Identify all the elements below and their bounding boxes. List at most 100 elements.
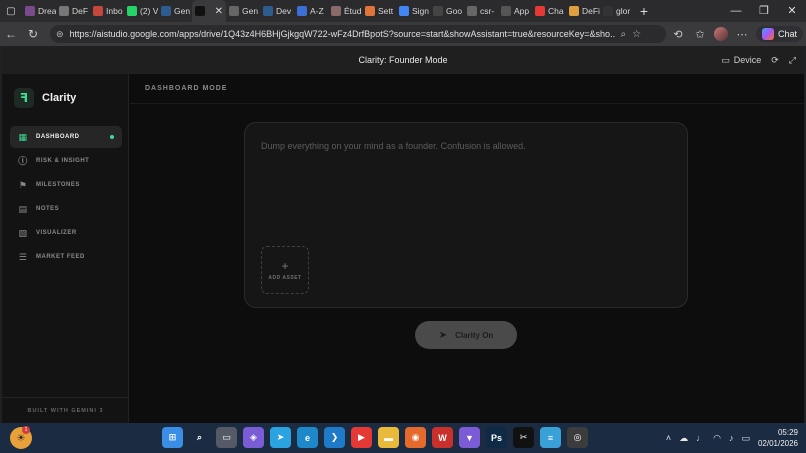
favorites-icon[interactable]: ✩ [692, 28, 708, 41]
gemini-icon [297, 6, 307, 16]
favorite-star-icon[interactable]: ☆ [632, 29, 641, 40]
browser-tab[interactable]: Gen [226, 0, 260, 22]
sidebar-item-market-feed[interactable]: ☰ MARKET FEED [10, 246, 122, 268]
extensions-icon[interactable]: ⟲ [670, 28, 686, 41]
microphone-icon[interactable]: ♩ [696, 433, 705, 443]
tab-label: Sett [378, 6, 394, 16]
device-button[interactable]: ▭ Device [721, 55, 761, 66]
more-menu-icon[interactable]: ⋯ [734, 28, 750, 41]
youtube-icon [535, 6, 545, 16]
telegram-icon[interactable]: ➤ [270, 427, 291, 448]
app-header: Clarity: Founder Mode ▭ Device ⟳ ⤢ [2, 46, 804, 74]
clarity-on-button[interactable]: ➤ Clarity On [415, 321, 517, 349]
flag-icon: ⚑ [18, 180, 28, 190]
file-icon: ▤ [18, 204, 28, 214]
zoom-icon[interactable]: ⌕ [621, 29, 627, 40]
taskbar-apps: ⊞ ⌕ ▭ ◈ ➤ e ❯ ▶ ▬ ◉ W ▼ Ps ✂ ≡ ◎ [162, 427, 588, 449]
onedrive-icon[interactable]: ☁ [679, 433, 688, 444]
clarity-logo-icon: ꟻ [14, 88, 34, 108]
browser-tab[interactable]: Cha [532, 0, 566, 22]
clock-date: 02/01/2026 [757, 439, 798, 448]
site-info-icon[interactable]: ⊜ [56, 29, 64, 40]
browser-tab[interactable]: Gen [158, 0, 192, 22]
youtube-icon[interactable]: ▶ [351, 427, 372, 448]
sidebar-item-visualizer[interactable]: ▧ VISUALIZER [10, 222, 122, 244]
alert-icon: ⓘ [18, 156, 28, 166]
volume-icon[interactable]: ♪ [729, 433, 734, 443]
browser-tab[interactable]: App [498, 0, 532, 22]
sidebar-item-milestones[interactable]: ⚑ MILESTONES [10, 174, 122, 196]
minimize-icon[interactable]: — [722, 0, 750, 22]
photoshop-icon[interactable]: Ps [486, 427, 507, 448]
browser-menu-icon[interactable]: ▢ [0, 0, 22, 22]
edge-icon[interactable]: e [297, 427, 318, 448]
back-icon[interactable]: ← [0, 27, 22, 41]
sidebar-item-risk-insight[interactable]: ⓘ RISK & INSIGHT [10, 150, 122, 172]
tab-label: DeF [72, 6, 89, 16]
browser-tab[interactable]: ✕ [192, 0, 226, 22]
windows-start-icon[interactable]: ⊞ [162, 427, 183, 448]
tab-label: (2) V [140, 6, 158, 16]
profile-avatar[interactable] [714, 27, 728, 41]
copilot-icon[interactable]: ◈ [243, 427, 264, 448]
add-asset-button[interactable]: + ADD ASSET [261, 246, 309, 294]
refresh-icon[interactable]: ⟳ [771, 55, 779, 66]
vscode-icon[interactable]: ❯ [324, 427, 345, 448]
browser-tab[interactable]: Sett [362, 0, 396, 22]
tray-overflow-icon[interactable]: ˄ [666, 433, 671, 443]
toolbar-right: ⟲ ✩ ⋯ Chat [670, 22, 804, 46]
battery-icon[interactable]: ▭ [741, 433, 750, 444]
sidebar: ꟻ Clarity ▦ DASHBOARD ⓘ RISK & INSIGHT ⚑ MILE… [2, 74, 129, 423]
search-icon[interactable]: ⌕ [189, 427, 210, 448]
close-tab-icon[interactable]: ✕ [215, 6, 223, 17]
new-tab-button[interactable]: + [634, 3, 654, 19]
ai-studio-icon [195, 6, 205, 16]
box-icon [433, 6, 443, 16]
notification-badge: 1 [22, 426, 30, 434]
wps-icon[interactable]: W [432, 427, 453, 448]
sidebar-item-notes[interactable]: ▤ NOTES [10, 198, 122, 220]
browser-tab[interactable]: Goo [430, 0, 464, 22]
task-view-icon[interactable]: ▭ [216, 427, 237, 448]
list-icon: ☰ [18, 252, 28, 262]
github-icon [603, 6, 613, 16]
notepad-icon[interactable]: ≡ [540, 427, 561, 448]
input-placeholder[interactable]: Dump everything on your mind as a founde… [261, 141, 526, 151]
brain-dump-input[interactable]: Dump everything on your mind as a founde… [244, 122, 688, 308]
fullscreen-icon[interactable]: ⤢ [789, 55, 796, 66]
browser-tab[interactable]: Étud [328, 0, 362, 22]
browser-tab[interactable]: DeFi [566, 0, 600, 22]
tab-label: csr- [480, 6, 495, 16]
clock[interactable]: 05:29 02/01/2026 [758, 427, 798, 449]
sidebar-item-dashboard[interactable]: ▦ DASHBOARD [10, 126, 122, 148]
triangle-icon [569, 6, 579, 16]
chat-label: Chat [778, 29, 798, 39]
add-asset-label: ADD ASSET [268, 274, 302, 281]
browser-tab[interactable]: Drea [22, 0, 56, 22]
browser-tab[interactable]: (2) V [124, 0, 158, 22]
address-bar[interactable]: ⊜ https://aistudio.google.com/apps/drive… [50, 25, 666, 43]
firefox-icon[interactable]: ◉ [405, 427, 426, 448]
brand-name: Clarity [42, 92, 77, 104]
wifi-icon[interactable]: ◠ [713, 433, 721, 444]
tab-label: Drea [38, 6, 56, 16]
close-window-icon[interactable]: ✕ [778, 0, 806, 22]
browser-tab[interactable]: glor [600, 0, 634, 22]
browser-tab[interactable]: Inbo [90, 0, 124, 22]
sidebar-footer: BUILT WITH GEMINI 3 [2, 397, 129, 423]
url-text[interactable]: https://aistudio.google.com/apps/drive/1… [70, 29, 615, 39]
browser-tab[interactable]: DeF [56, 0, 90, 22]
chrome-icon[interactable]: ◎ [567, 427, 588, 448]
copilot-chat-button[interactable]: Chat [756, 26, 804, 42]
browser-tab[interactable]: Dev [260, 0, 294, 22]
vpn-icon[interactable]: ▼ [459, 427, 480, 448]
capcut-icon[interactable]: ✂ [513, 427, 534, 448]
reload-icon[interactable]: ↻ [22, 27, 44, 41]
restore-icon[interactable]: ❐ [750, 0, 778, 22]
browser-tab[interactable]: A-Z [294, 0, 328, 22]
send-icon: ➤ [438, 329, 448, 341]
browser-tab[interactable]: csr- [464, 0, 498, 22]
plus-icon: + [281, 258, 289, 273]
browser-tab[interactable]: Sign [396, 0, 430, 22]
file-explorer-icon[interactable]: ▬ [378, 427, 399, 448]
